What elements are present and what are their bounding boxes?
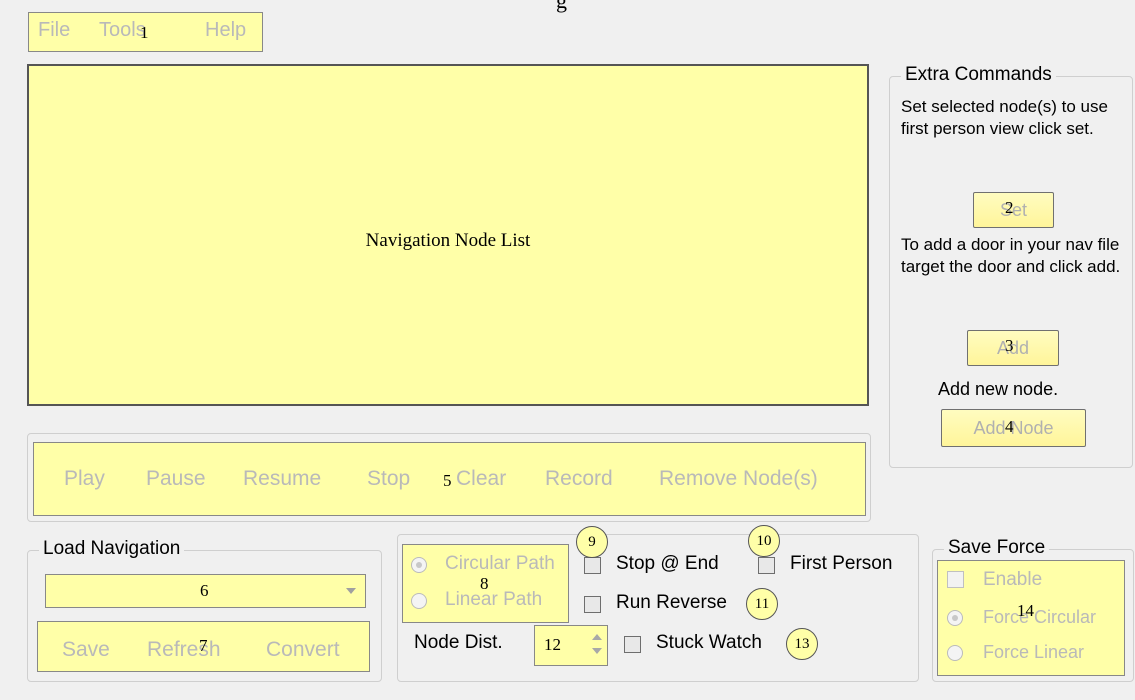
force-circular-radio[interactable] xyxy=(947,610,963,626)
convert-button[interactable]: Convert xyxy=(266,638,340,662)
marker-3: 3 xyxy=(1005,336,1014,355)
stuck-watch-label: Stuck Watch xyxy=(656,632,762,653)
circular-path-radio[interactable] xyxy=(411,557,427,573)
set-button[interactable]: Set xyxy=(973,192,1054,228)
marker-11: 11 xyxy=(746,588,778,620)
chevron-down-icon xyxy=(346,588,356,594)
navigation-file-dropdown[interactable]: 6 xyxy=(45,574,366,608)
menu-file[interactable]: File xyxy=(38,19,70,42)
force-circular-label: Force Circular xyxy=(983,607,1097,627)
door-instructions: To add a door in your nav file target th… xyxy=(901,235,1121,276)
load-navigation-title: Load Navigation xyxy=(39,538,185,560)
navigation-node-list[interactable]: Navigation Node List xyxy=(27,64,869,406)
stuck-watch-checkbox[interactable] xyxy=(624,636,641,653)
linear-path-label: Linear Path xyxy=(445,589,543,610)
stop-button[interactable]: Stop xyxy=(367,467,410,491)
resume-button[interactable]: Resume xyxy=(243,467,321,491)
set-instructions: Set selected node(s) to use first person… xyxy=(901,97,1108,138)
marker-2: 2 xyxy=(1005,198,1014,217)
force-linear-radio[interactable] xyxy=(947,645,963,661)
path-radio-group: Circular Path Linear Path 8 xyxy=(402,544,569,623)
refresh-button[interactable]: Refresh xyxy=(147,638,221,662)
add-node-instructions: Add new node. xyxy=(938,379,1059,399)
first-person-label: First Person xyxy=(790,553,893,574)
node-list-label: Navigation Node List xyxy=(365,230,531,251)
stop-at-end-label: Stop @ End xyxy=(616,553,719,574)
play-button[interactable]: Play xyxy=(64,467,105,491)
marker-7: 7 xyxy=(199,636,208,655)
chevron-down-icon[interactable] xyxy=(592,648,602,654)
chevron-up-icon[interactable] xyxy=(592,634,602,640)
playback-toolbar: Play Pause Resume Stop Clear Record Remo… xyxy=(33,442,866,516)
marker-5: 5 xyxy=(443,471,452,490)
clear-button[interactable]: Clear xyxy=(456,467,506,491)
linear-path-radio[interactable] xyxy=(411,593,427,609)
remove-nodes-button[interactable]: Remove Node(s) xyxy=(659,467,818,491)
marker-8: 8 xyxy=(480,574,489,593)
marker-6: 6 xyxy=(200,581,209,600)
circular-path-label: Circular Path xyxy=(445,553,555,574)
extra-commands-title: Extra Commands xyxy=(901,64,1056,86)
marker-1: 1 xyxy=(140,23,149,42)
marker-14: 14 xyxy=(1017,601,1034,620)
marker-9: 9 xyxy=(576,526,608,558)
save-force-title: Save Force xyxy=(944,537,1050,559)
enable-checkbox[interactable] xyxy=(947,571,964,588)
menu-tools[interactable]: Tools xyxy=(99,19,146,42)
node-dist-spinner[interactable]: 12 xyxy=(534,625,608,666)
save-force-options: Enable Force Circular Force Linear 14 xyxy=(937,560,1125,676)
node-dist-label: Node Dist. xyxy=(414,632,503,653)
menu-help[interactable]: Help xyxy=(205,19,246,42)
run-reverse-label: Run Reverse xyxy=(616,592,727,613)
record-button[interactable]: Record xyxy=(545,467,613,491)
marker-12: 12 xyxy=(544,635,561,654)
load-navigation-buttons: Save Refresh Convert 7 xyxy=(37,621,370,672)
enable-label: Enable xyxy=(983,569,1043,590)
menu-bar: File Tools Help 1 xyxy=(28,12,263,52)
marker-10: 10 xyxy=(748,525,780,557)
save-button[interactable]: Save xyxy=(62,638,110,662)
force-linear-label: Force Linear xyxy=(983,642,1085,662)
pause-button[interactable]: Pause xyxy=(146,467,206,491)
marker-13: 13 xyxy=(786,628,818,660)
stop-at-end-checkbox[interactable] xyxy=(584,557,601,574)
run-reverse-checkbox[interactable] xyxy=(584,596,601,613)
page-caption: g xyxy=(556,0,567,13)
marker-4: 4 xyxy=(1005,417,1014,436)
first-person-checkbox[interactable] xyxy=(758,557,775,574)
